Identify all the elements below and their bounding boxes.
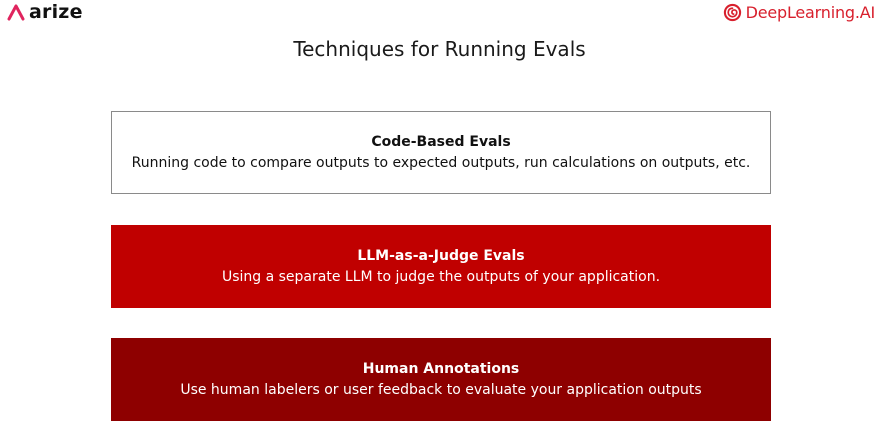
page-title: Techniques for Running Evals [293, 37, 586, 61]
technique-title: Code-Based Evals [371, 133, 511, 150]
technique-card-human-annotations: Human Annotations Use human labelers or … [111, 338, 771, 421]
technique-title: LLM-as-a-Judge Evals [357, 247, 525, 264]
technique-description: Running code to compare outputs to expec… [131, 154, 751, 171]
arize-triangle-icon [7, 4, 25, 21]
deeplearning-ai-logo: DeepLearning.AI [723, 1, 875, 23]
deeplearning-ai-logo-text: DeepLearning.AI [745, 2, 876, 22]
technique-card-code-based: Code-Based Evals Running code to compare… [111, 111, 771, 194]
technique-card-llm-judge: LLM-as-a-Judge Evals Using a separate LL… [111, 225, 771, 308]
technique-description: Use human labelers or user feedback to e… [180, 381, 702, 398]
deeplearning-ai-icon [723, 3, 741, 21]
arize-logo-text: arize [29, 1, 83, 23]
technique-title: Human Annotations [362, 360, 520, 377]
arize-logo: arize [6, 1, 83, 23]
technique-description: Using a separate LLM to judge the output… [221, 268, 661, 285]
